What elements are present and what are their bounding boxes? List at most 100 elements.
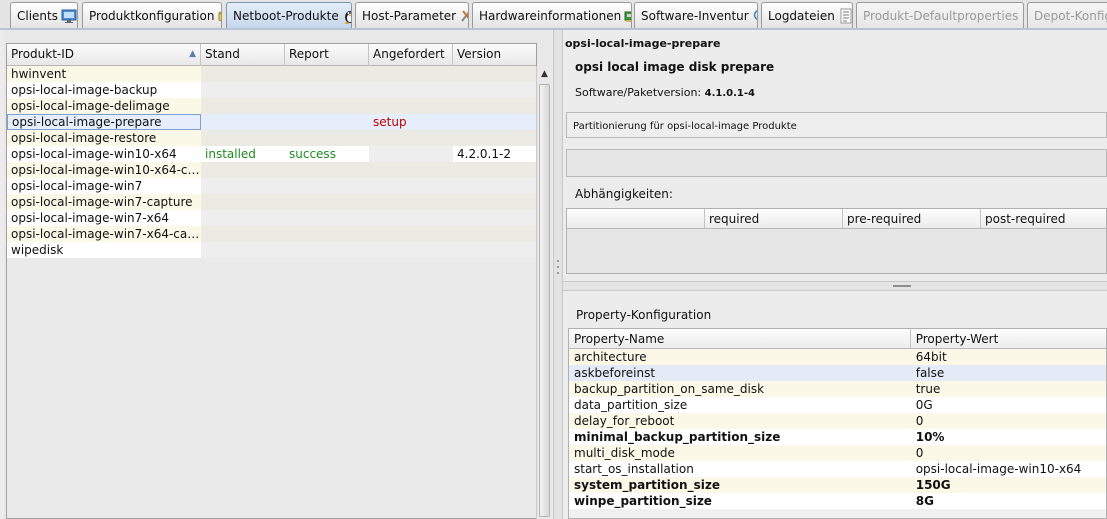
stand-cell — [201, 66, 285, 82]
angefordert-cell[interactable] — [369, 82, 453, 98]
angefordert-cell[interactable] — [369, 194, 453, 210]
property-name: delay_for_reboot — [574, 414, 675, 428]
property-value[interactable]: 0 — [911, 413, 1106, 429]
property-name: multi_disk_mode — [574, 446, 675, 460]
column-header-produkt-id[interactable]: Produkt-ID ▲ — [7, 44, 201, 66]
property-value[interactable]: false — [911, 365, 1106, 381]
product-description: Partitionierung für opsi-local-image Pro… — [566, 112, 1107, 138]
property-row[interactable]: delay_for_reboot 0 — [569, 413, 1106, 429]
column-header-stand[interactable]: Stand — [201, 44, 285, 66]
property-value[interactable]: 0 — [911, 445, 1106, 461]
property-row[interactable]: askbeforeinst false — [569, 365, 1106, 381]
angefordert-cell[interactable] — [369, 178, 453, 194]
tab-hardwareinformationen[interactable]: Hardwareinformationen — [472, 2, 632, 28]
stand-cell — [201, 242, 285, 258]
product-id-cell: opsi-local-image-restore — [11, 131, 157, 145]
vertical-splitter[interactable] — [553, 30, 563, 519]
property-name: data_partition_size — [574, 398, 688, 412]
angefordert-cell[interactable] — [369, 66, 453, 82]
table-row[interactable]: opsi-local-image-win7-capture — [7, 194, 536, 210]
table-row[interactable]: opsi-local-image-win7-x64-capt... — [7, 226, 536, 242]
stand-cell: installed — [205, 147, 256, 161]
table-row[interactable]: opsi-local-image-delimage — [7, 98, 536, 114]
property-value[interactable]: 8G — [911, 493, 1106, 509]
angefordert-cell[interactable] — [369, 130, 453, 146]
report-cell — [285, 130, 369, 146]
table-row-selected[interactable]: opsi-local-image-prepare setup — [7, 114, 536, 130]
monitor-icon — [61, 8, 77, 24]
scrollbar-thumb[interactable] — [539, 84, 550, 517]
tab-depot-konfig[interactable]: Depot-Konfig — [1027, 2, 1107, 28]
property-value[interactable]: opsi-local-image-win10-x64 — [911, 461, 1106, 477]
property-name: backup_partition_on_same_disk — [574, 382, 765, 396]
table-row[interactable]: opsi-local-image-backup — [7, 82, 536, 98]
table-row[interactable]: opsi-local-image-win10-x64 installed suc… — [7, 146, 536, 162]
property-row[interactable]: multi_disk_mode 0 — [569, 445, 1106, 461]
tab-label: Software-Inventur — [641, 8, 749, 23]
property-row[interactable]: minimal_backup_partition_size 10% — [569, 429, 1106, 445]
product-id-cell: opsi-local-image-delimage — [11, 99, 170, 113]
tab-netboot-produkte[interactable]: Netboot-Produkte — [226, 2, 352, 28]
property-value[interactable]: 0G — [911, 397, 1106, 413]
tab-software-inventur[interactable]: Software-Inventur — [634, 2, 758, 28]
dependency-column-header-post-required[interactable]: post-required — [981, 209, 1106, 228]
property-row[interactable]: backup_partition_on_same_disk true — [569, 381, 1106, 397]
horizontal-splitter[interactable] — [563, 281, 1107, 291]
column-header-version[interactable]: Version — [453, 44, 536, 66]
angefordert-cell[interactable] — [369, 242, 453, 258]
stand-cell — [201, 210, 285, 226]
tab-clients[interactable]: Clients — [10, 2, 78, 28]
angefordert-cell[interactable] — [369, 146, 453, 162]
table-row[interactable]: wipedisk — [7, 242, 536, 258]
stand-cell — [201, 194, 285, 210]
column-header-property-value[interactable]: Property-Wert — [911, 329, 1106, 348]
report-cell — [285, 66, 369, 82]
table-row[interactable]: opsi-local-image-win10-x64-ca... — [7, 162, 536, 178]
column-header-property-name[interactable]: Property-Name — [569, 329, 911, 348]
column-header-angefordert[interactable]: Angefordert — [369, 44, 453, 66]
dependency-column-header-pre-required[interactable]: pre-required — [843, 209, 981, 228]
property-row[interactable]: system_partition_size 150G — [569, 477, 1106, 493]
column-header-report[interactable]: Report — [285, 44, 369, 66]
dependency-column-header-required[interactable]: required — [705, 209, 843, 228]
angefordert-cell[interactable] — [369, 162, 453, 178]
tab-label: Produktkonfiguration — [89, 8, 215, 23]
property-row[interactable]: start_os_installation opsi-local-image-w… — [569, 461, 1106, 477]
version-cell: 4.2.0.1-2 — [457, 147, 511, 161]
report-cell — [285, 226, 369, 242]
property-row[interactable]: winpe_partition_size 8G — [569, 493, 1106, 509]
product-id-cell: hwinvent — [11, 67, 67, 81]
linux-penguin-icon — [342, 8, 351, 24]
property-row[interactable]: architecture 64bit — [569, 349, 1106, 365]
dependency-column-header[interactable] — [567, 209, 705, 228]
hardware-card-icon — [624, 8, 631, 24]
product-id-cell: opsi-local-image-win7-x64 — [11, 211, 169, 225]
property-value[interactable]: 10% — [911, 429, 1106, 445]
angefordert-cell[interactable] — [369, 98, 453, 114]
table-row[interactable]: hwinvent — [7, 66, 536, 82]
splitter-grip — [893, 285, 911, 287]
column-header-label: Report — [289, 47, 329, 61]
tools-icon — [1021, 8, 1023, 24]
version-cell — [453, 210, 536, 226]
products-table-scrollbar[interactable]: ▲ — [536, 66, 551, 519]
property-value[interactable]: 150G — [911, 477, 1106, 493]
property-value[interactable]: true — [911, 381, 1106, 397]
table-row[interactable]: opsi-local-image-win7-x64 — [7, 210, 536, 226]
tab-logdateien[interactable]: Logdateien — [761, 2, 853, 28]
angefordert-cell[interactable] — [369, 210, 453, 226]
scroll-up-arrow-icon[interactable]: ▲ — [537, 66, 552, 82]
table-row[interactable]: opsi-local-image-restore — [7, 130, 536, 146]
product-id-title: opsi-local-image-prepare — [565, 37, 721, 50]
tab-label: Netboot-Produkte — [233, 8, 339, 23]
report-cell — [285, 194, 369, 210]
tab-host-parameter[interactable]: Host-Parameter — [355, 2, 469, 28]
angefordert-cell[interactable] — [369, 226, 453, 242]
dependencies-table: required pre-required post-required — [566, 208, 1107, 274]
angefordert-cell[interactable]: setup — [369, 114, 453, 130]
table-row[interactable]: opsi-local-image-win7 — [7, 178, 536, 194]
tab-produkt-defaultproperties[interactable]: Produkt-Defaultproperties — [856, 2, 1024, 28]
property-row[interactable]: data_partition_size 0G — [569, 397, 1106, 413]
property-value[interactable]: 64bit — [911, 349, 1106, 365]
tab-produktkonfiguration[interactable]: Produktkonfiguration — [82, 2, 222, 28]
